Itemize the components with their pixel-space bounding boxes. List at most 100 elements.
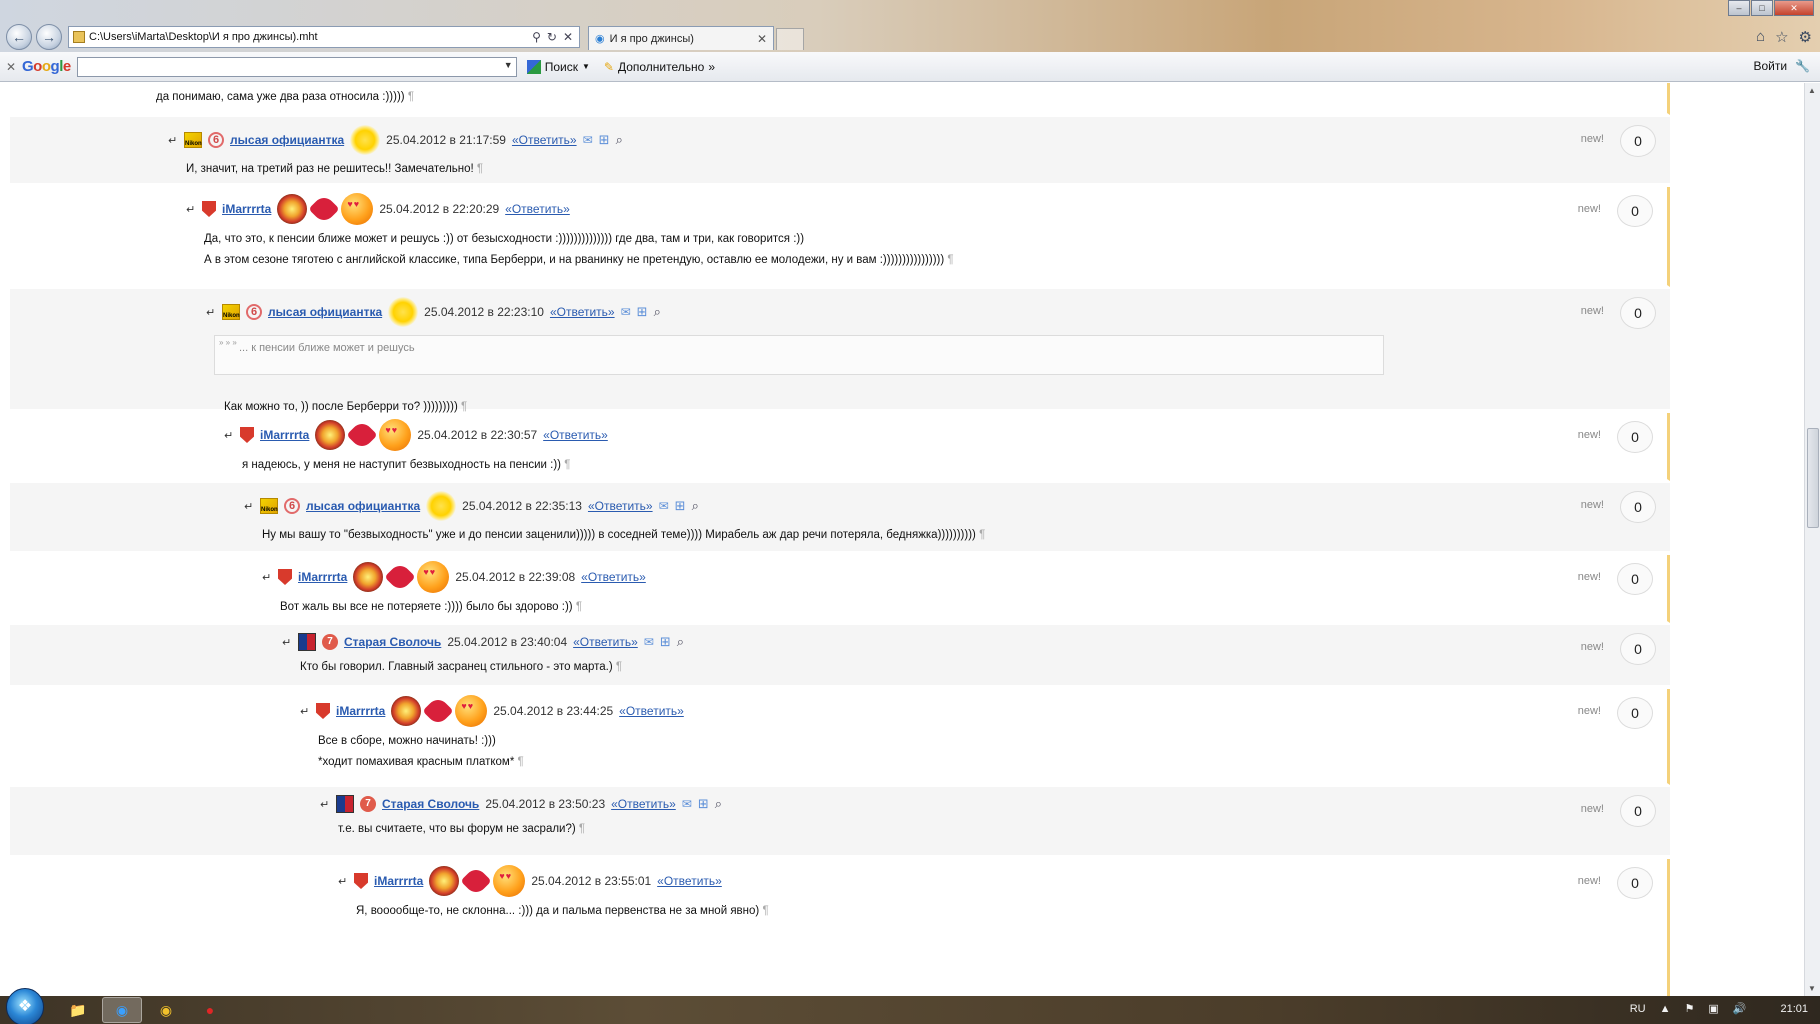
- new-tab-button[interactable]: [776, 28, 804, 50]
- magnifier-icon[interactable]: ⌕: [616, 132, 623, 148]
- favorites-star-icon[interactable]: ☆: [1775, 28, 1788, 46]
- scroll-down-arrow-icon[interactable]: ▼: [1808, 984, 1816, 993]
- gift-icon[interactable]: ⊞: [675, 498, 686, 514]
- vertical-scrollbar[interactable]: ▲ ▼: [1804, 83, 1820, 996]
- mail-icon[interactable]: ✉: [682, 797, 692, 811]
- reply-link[interactable]: «Ответить»: [543, 428, 608, 442]
- username-link[interactable]: iMarrrrta: [260, 428, 309, 442]
- vote-counter[interactable]: 0: [1617, 421, 1653, 453]
- tab-current[interactable]: ◉ И я про джинсы) ✕: [588, 26, 774, 50]
- mail-icon[interactable]: ✉: [583, 133, 593, 147]
- username-link[interactable]: лысая официантка: [268, 305, 382, 319]
- wrench-icon[interactable]: 🔧: [1795, 59, 1810, 73]
- gift-icon[interactable]: ⊞: [660, 634, 671, 650]
- reply-link[interactable]: «Ответить»: [573, 635, 638, 649]
- toolbar-close-icon[interactable]: ✕: [0, 60, 22, 74]
- scroll-up-arrow-icon[interactable]: ▲: [1808, 86, 1816, 95]
- vote-counter[interactable]: 0: [1617, 563, 1653, 595]
- more-button[interactable]: ✎ Дополнительно »: [604, 60, 715, 74]
- page-content: да понимаю, сама уже два раза относила :…: [0, 83, 1804, 996]
- ie-task-button[interactable]: ◉: [102, 997, 142, 1023]
- reply-arrow-icon: ↵: [224, 429, 234, 442]
- forward-button[interactable]: →: [36, 24, 62, 50]
- reply-link[interactable]: «Ответить»: [550, 305, 615, 319]
- reply-link[interactable]: «Ответить»: [588, 499, 653, 513]
- mail-icon[interactable]: ✉: [659, 499, 669, 513]
- windows-taskbar: ❖ 📁 ◉ ◉ ● RU ▲ ⚑ ▣ 🔊 21:01: [0, 988, 1820, 1024]
- chevron-down-icon[interactable]: ▼: [504, 60, 513, 70]
- magnifier-icon[interactable]: ⌕: [654, 304, 661, 320]
- close-window-button[interactable]: ✕: [1774, 0, 1814, 16]
- minimize-button[interactable]: –: [1728, 0, 1750, 16]
- username-link[interactable]: лысая официантка: [230, 133, 344, 147]
- comment-header: ↵ Nikon 6 лысая официантка 25.04.2012 в 22:2…: [206, 297, 661, 327]
- ie-icon: ◉: [115, 1001, 129, 1018]
- reply-link[interactable]: «Ответить»: [512, 133, 577, 147]
- magnifier-icon[interactable]: ⌕: [692, 498, 699, 514]
- comment-text: И, значит, на третий раз не решитесь!! З…: [186, 163, 474, 175]
- comment-row: ↵ Nikon 6 лысая официантка 25.04.2012 в 22:3…: [10, 483, 1670, 553]
- username-link[interactable]: iMarrrrta: [222, 202, 271, 216]
- vote-counter[interactable]: 0: [1620, 633, 1656, 665]
- vote-counter[interactable]: 0: [1617, 195, 1653, 227]
- comment-body: Все в сборе, можно начинать! :))) *ходит …: [318, 731, 524, 773]
- opera-task-button[interactable]: ●: [190, 997, 230, 1023]
- address-bar[interactable]: C:\Users\iMarta\Desktop\И я про джинсы).…: [68, 26, 580, 48]
- google-search-button[interactable]: Поиск ▼: [526, 59, 590, 74]
- language-indicator[interactable]: RU: [1630, 1003, 1646, 1015]
- username-link[interactable]: лысая официантка: [306, 499, 420, 513]
- home-icon[interactable]: ⌂: [1756, 28, 1765, 46]
- vote-counter[interactable]: 0: [1620, 795, 1656, 827]
- vote-counter[interactable]: 0: [1620, 297, 1656, 329]
- gift-icon[interactable]: ⊞: [637, 304, 648, 320]
- username-link[interactable]: iMarrrrta: [336, 704, 385, 718]
- username-link[interactable]: iMarrrrta: [374, 874, 423, 888]
- explorer-task-button[interactable]: 📁: [58, 997, 98, 1023]
- vote-counter[interactable]: 0: [1620, 491, 1656, 523]
- clock[interactable]: 21:01: [1780, 1003, 1808, 1015]
- username-link[interactable]: Старая Сволочь: [344, 635, 441, 649]
- chrome-task-button[interactable]: ◉: [146, 997, 186, 1023]
- new-badge: new!: [1580, 803, 1604, 815]
- magnifier-icon[interactable]: ⌕: [715, 796, 722, 812]
- username-link[interactable]: Старая Сволочь: [382, 797, 479, 811]
- mail-icon[interactable]: ✉: [644, 635, 654, 649]
- username-link[interactable]: iMarrrrta: [298, 570, 347, 584]
- tab-close-icon[interactable]: ✕: [757, 32, 767, 46]
- ie-page-icon: ◉: [595, 33, 605, 45]
- start-button[interactable]: ❖: [6, 988, 44, 1024]
- refresh-icon[interactable]: ↻: [547, 30, 557, 44]
- reply-link[interactable]: «Ответить»: [581, 570, 646, 584]
- search-icon[interactable]: ⚲: [532, 30, 541, 44]
- vote-counter[interactable]: 0: [1617, 867, 1653, 899]
- volume-icon[interactable]: 🔊: [1733, 1002, 1747, 1015]
- flag-icon[interactable]: ⚑: [1684, 1002, 1694, 1015]
- reply-link[interactable]: «Ответить»: [505, 202, 570, 216]
- new-badge: new!: [1580, 641, 1604, 653]
- network-icon[interactable]: ▣: [1708, 1002, 1718, 1015]
- new-badge: new!: [1577, 571, 1601, 583]
- reply-link[interactable]: «Ответить»: [611, 797, 676, 811]
- love-smiley-icon: [493, 865, 526, 897]
- gift-icon[interactable]: ⊞: [698, 796, 709, 812]
- back-button[interactable]: ←: [6, 24, 32, 50]
- magnifier-icon[interactable]: ⌕: [677, 634, 684, 650]
- stop-icon[interactable]: ✕: [563, 30, 573, 44]
- reply-link[interactable]: «Ответить»: [657, 874, 722, 888]
- vote-counter[interactable]: 0: [1617, 697, 1653, 729]
- reply-link[interactable]: «Ответить»: [619, 704, 684, 718]
- comment-body: Я, вооообще-то, не склонна... :))) да и …: [356, 901, 769, 922]
- scroll-thumb[interactable]: [1807, 428, 1819, 528]
- mail-icon[interactable]: ✉: [621, 305, 631, 319]
- comment-row: ↵ Nikon 6 лысая официантка 25.04.2012 в 22:2…: [10, 289, 1670, 413]
- vote-counter[interactable]: 0: [1620, 125, 1656, 157]
- tray-expand-icon[interactable]: ▲: [1660, 1003, 1671, 1015]
- tools-gear-icon[interactable]: ⚙: [1799, 28, 1812, 46]
- maximize-button[interactable]: □: [1751, 0, 1773, 16]
- gift-icon[interactable]: ⊞: [599, 132, 610, 148]
- rank-badge-icon: 7: [360, 796, 376, 812]
- google-search-input[interactable]: ▼: [76, 56, 517, 77]
- page-file-icon: [73, 31, 85, 43]
- address-text[interactable]: C:\Users\iMarta\Desktop\И я про джинсы).…: [89, 31, 528, 43]
- login-link[interactable]: Войти: [1753, 59, 1787, 73]
